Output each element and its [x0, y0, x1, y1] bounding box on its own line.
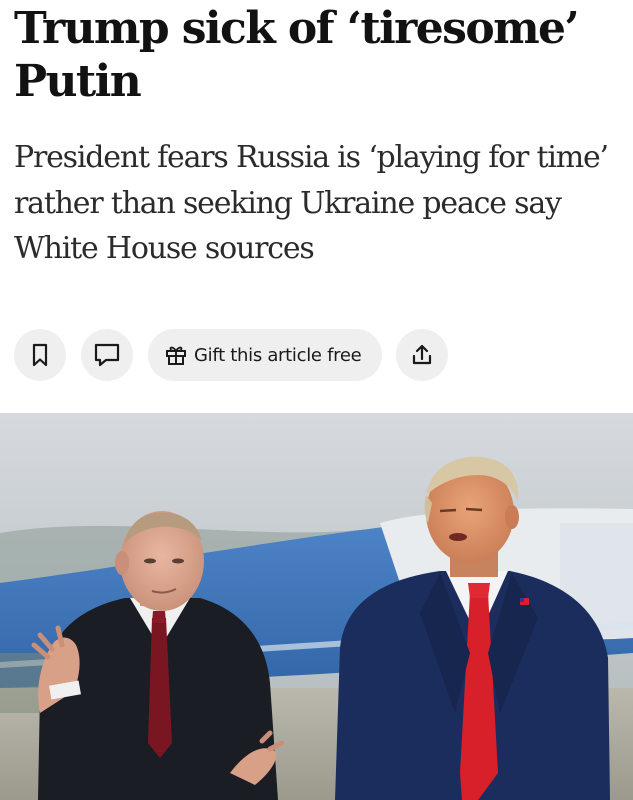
article-action-bar: Gift this article free	[14, 329, 449, 381]
article-headline: Trump sick of ‘tiresome’ Putin	[14, 3, 580, 107]
share-icon	[413, 344, 432, 365]
putin-trump-photo	[0, 413, 633, 800]
share-button[interactable]	[396, 329, 449, 381]
bookmark-button[interactable]	[14, 329, 66, 381]
article-standfirst: President fears Russia is ‘playing for t…	[14, 140, 609, 266]
comment-icon	[94, 343, 120, 367]
article-photo	[0, 413, 633, 800]
gift-article-button[interactable]: Gift this article free	[148, 329, 383, 381]
bookmark-icon	[32, 343, 48, 367]
gift-article-label: Gift this article free	[194, 344, 362, 366]
comment-button[interactable]	[81, 329, 133, 381]
gift-icon	[166, 346, 186, 365]
